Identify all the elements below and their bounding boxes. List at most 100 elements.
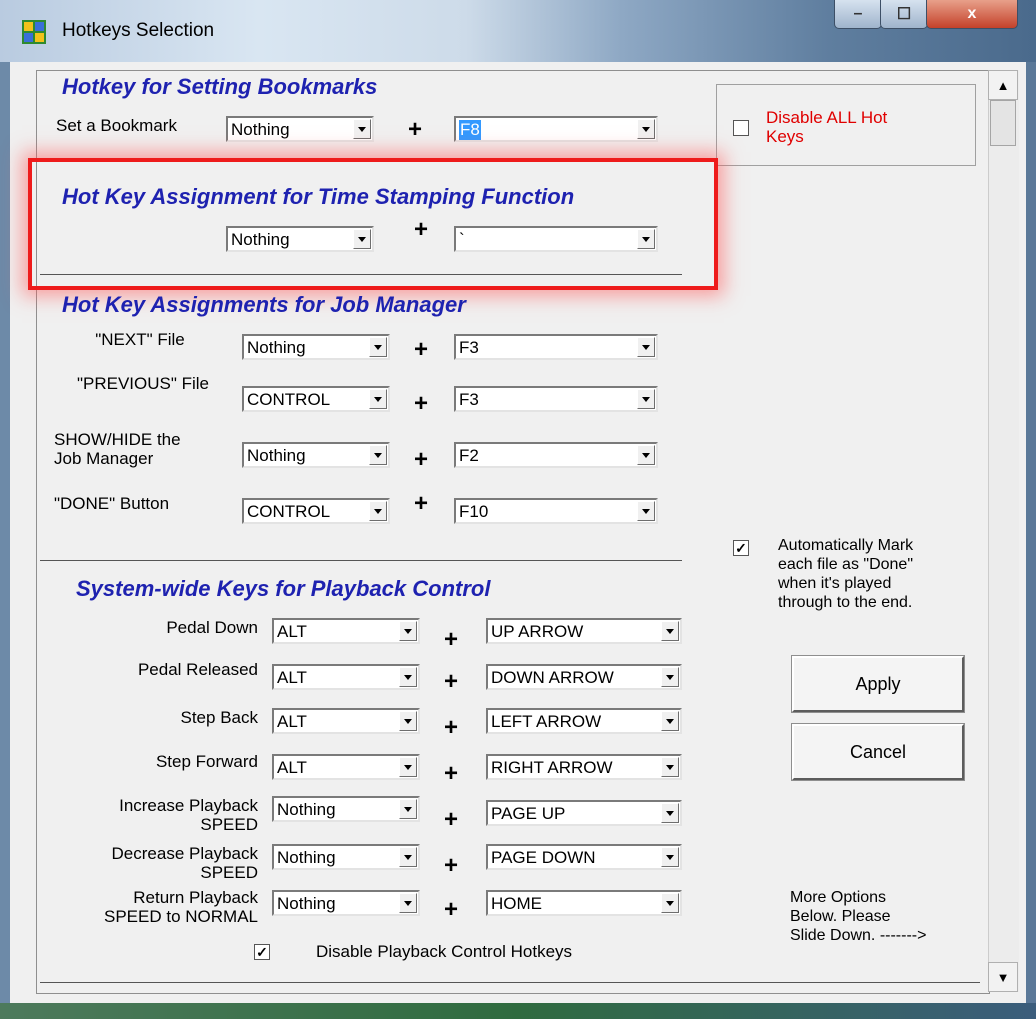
close-button[interactable]: x: [926, 0, 1018, 29]
vertical-scrollbar[interactable]: [988, 70, 1019, 992]
chevron-down-icon[interactable]: [637, 119, 655, 139]
chevron-down-icon[interactable]: [399, 799, 417, 819]
maximize-button[interactable]: ☐: [880, 0, 928, 29]
disable-all-label-line1: Disable ALL Hot: [766, 108, 888, 127]
playback-row-label: Step Back: [60, 708, 259, 727]
chevron-down-icon[interactable]: [369, 501, 387, 521]
plus-sign: +: [444, 760, 459, 787]
chevron-down-icon[interactable]: [399, 667, 417, 687]
auto-mark-label: Automatically Mark each file as "Done" w…: [778, 536, 913, 612]
playback-row-modifier-value: Nothing: [277, 894, 336, 913]
job-row-key-select[interactable]: F2: [454, 442, 658, 468]
playback-row-label: Decrease Playback SPEED: [60, 844, 258, 882]
playback-row-key-select[interactable]: LEFT ARROW: [486, 708, 682, 734]
bookmark-key-select[interactable]: F8: [454, 116, 658, 142]
auto-mark-checkbox[interactable]: ✓: [733, 540, 749, 556]
job-row-label: SHOW/HIDE the Job Manager: [54, 430, 181, 468]
chevron-down-icon[interactable]: [661, 757, 679, 777]
playback-row-key-value: DOWN ARROW: [491, 668, 614, 687]
job-row-key-select[interactable]: F3: [454, 334, 658, 360]
auto-mark-line: Automatically Mark: [778, 537, 914, 554]
job-row-key-select[interactable]: F3: [454, 386, 658, 412]
job-row-modifier-select[interactable]: CONTROL: [242, 386, 390, 412]
playback-row-key-select[interactable]: UP ARROW: [486, 618, 682, 644]
apply-button[interactable]: Apply: [791, 655, 965, 713]
job-row-key-value: F10: [459, 502, 489, 521]
chevron-down-icon[interactable]: [661, 803, 679, 823]
plus-sign: +: [414, 490, 429, 517]
playback-row-key-select[interactable]: HOME: [486, 890, 682, 916]
playback-row-modifier-value: Nothing: [277, 848, 336, 867]
playback-row-modifier-value: ALT: [277, 712, 307, 731]
auto-mark-line: each file as "Done": [778, 556, 913, 573]
playback-row-modifier-value: ALT: [277, 622, 307, 641]
playback-row-label-line1: Increase Playback: [119, 796, 258, 815]
plus-sign: +: [414, 336, 429, 363]
job-row-label: "NEXT" File: [54, 330, 226, 349]
chevron-down-icon[interactable]: [399, 621, 417, 641]
job-row-modifier-select[interactable]: Nothing: [242, 334, 390, 360]
playback-row-key-select[interactable]: PAGE UP: [486, 800, 682, 826]
playback-row-key-select[interactable]: PAGE DOWN: [486, 844, 682, 870]
more-options-note: More Options Below. Please Slide Down. -…: [790, 888, 926, 945]
playback-row-modifier-select[interactable]: ALT: [272, 754, 420, 780]
chevron-down-icon[interactable]: [661, 621, 679, 641]
job-manager-heading: Hot Key Assignments for Job Manager: [62, 292, 466, 317]
scroll-thumb[interactable]: [990, 100, 1016, 146]
disable-all-label: Disable ALL Hot Keys: [766, 108, 887, 146]
chevron-down-icon[interactable]: [637, 337, 655, 357]
playback-row-modifier-select[interactable]: ALT: [272, 618, 420, 644]
playback-row-modifier-select[interactable]: Nothing: [272, 844, 420, 870]
chevron-down-icon[interactable]: [369, 337, 387, 357]
plus-sign: +: [444, 896, 459, 923]
job-row-modifier-select[interactable]: CONTROL: [242, 498, 390, 524]
chevron-down-icon[interactable]: [637, 501, 655, 521]
cancel-button[interactable]: Cancel: [791, 723, 965, 781]
playback-row-label: Pedal Down: [60, 618, 258, 637]
playback-row-label-line1: Return Playback: [133, 888, 258, 907]
chevron-down-icon[interactable]: [661, 711, 679, 731]
playback-row-key-value: PAGE UP: [491, 804, 566, 823]
minimize-icon: –: [853, 5, 863, 22]
job-row-modifier-value: Nothing: [247, 446, 306, 465]
chevron-down-icon[interactable]: [399, 757, 417, 777]
more-options-line: Below. Please: [790, 908, 891, 925]
playback-row-key-value: RIGHT ARROW: [491, 758, 613, 777]
playback-row-modifier-value: ALT: [277, 668, 307, 687]
scroll-up-button[interactable]: ▲: [988, 70, 1018, 100]
chevron-down-icon[interactable]: [661, 667, 679, 687]
playback-row-modifier-select[interactable]: ALT: [272, 708, 420, 734]
chevron-down-icon[interactable]: [369, 389, 387, 409]
job-row-key-select[interactable]: F10: [454, 498, 658, 524]
bookmark-modifier-select[interactable]: Nothing: [226, 116, 374, 142]
chevron-down-icon[interactable]: [661, 847, 679, 867]
playback-row-label-line1: Pedal Released: [137, 660, 258, 679]
chevron-down-icon[interactable]: [399, 893, 417, 913]
scroll-down-button[interactable]: ▼: [988, 962, 1018, 992]
job-row-modifier-select[interactable]: Nothing: [242, 442, 390, 468]
playback-row-key-select[interactable]: RIGHT ARROW: [486, 754, 682, 780]
playback-row-key-select[interactable]: DOWN ARROW: [486, 664, 682, 690]
job-row-label: "PREVIOUS" File: [54, 374, 232, 393]
chevron-down-icon[interactable]: [661, 893, 679, 913]
chevron-down-icon[interactable]: [637, 445, 655, 465]
chevron-down-icon[interactable]: [637, 389, 655, 409]
disable-all-checkbox[interactable]: [733, 120, 749, 136]
chevron-down-icon[interactable]: [399, 711, 417, 731]
chevron-down-icon[interactable]: [369, 445, 387, 465]
playback-row-label-line1: Step Forward: [155, 752, 258, 771]
plus-sign: +: [414, 446, 429, 473]
auto-mark-line: when it's played: [778, 575, 892, 592]
minimize-button[interactable]: –: [834, 0, 882, 29]
playback-row-label-line2: SPEED: [200, 815, 258, 834]
chevron-down-icon[interactable]: [399, 847, 417, 867]
disable-playback-checkbox[interactable]: ✓: [254, 944, 270, 960]
auto-mark-line: through to the end.: [778, 594, 913, 611]
playback-row-modifier-select[interactable]: Nothing: [272, 890, 420, 916]
playback-row-modifier-select[interactable]: ALT: [272, 664, 420, 690]
chevron-down-icon[interactable]: [353, 119, 371, 139]
playback-row-modifier-value: Nothing: [277, 800, 336, 819]
playback-row-label-line1: Pedal Down: [166, 618, 258, 637]
playback-row-key-value: HOME: [491, 894, 542, 913]
playback-row-modifier-select[interactable]: Nothing: [272, 796, 420, 822]
